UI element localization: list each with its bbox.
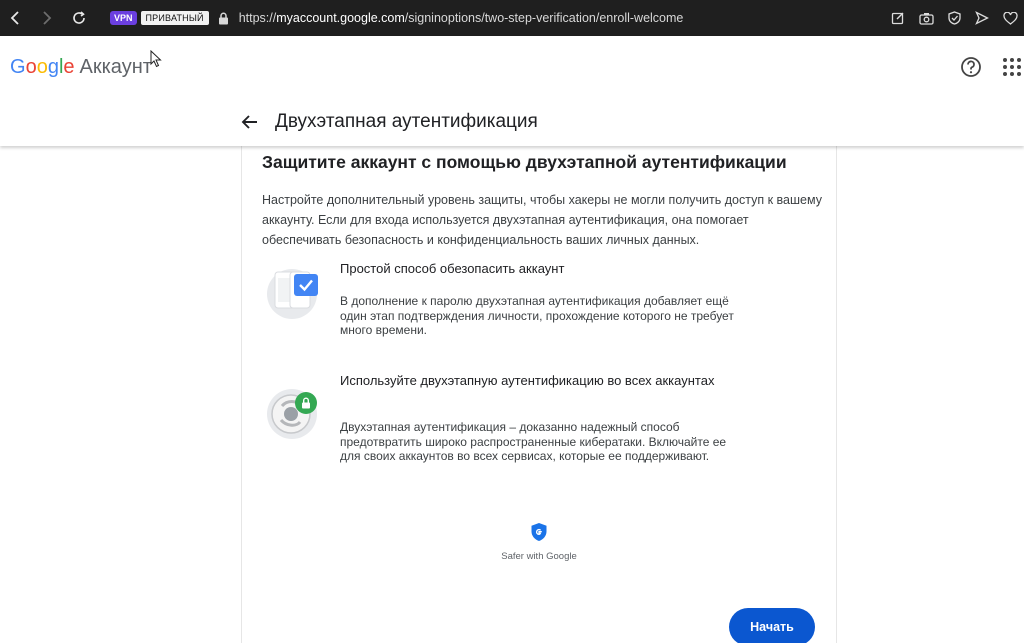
heart-icon[interactable]: [1002, 10, 1018, 26]
phone-check-illustration: [266, 264, 322, 324]
lock-icon[interactable]: [217, 11, 231, 25]
logo-letter: o: [25, 56, 37, 78]
browser-reload-icon[interactable]: [68, 7, 90, 29]
page-title: Двухэтапная аутентификация: [275, 111, 538, 132]
browser-tools: [890, 0, 1018, 36]
browser-back-icon[interactable]: [4, 7, 26, 29]
google-apps-icon[interactable]: [1002, 57, 1022, 77]
camera-icon[interactable]: [918, 10, 934, 26]
main-heading: Защитите аккаунт с помощью двухэтапной а…: [262, 152, 787, 172]
shield-lock-illustration: [266, 386, 322, 446]
start-button[interactable]: Начать: [729, 608, 815, 643]
feature-description: В дополнение к паролю двухэтапная аутент…: [340, 294, 734, 337]
back-arrow-icon[interactable]: [240, 112, 260, 132]
help-icon[interactable]: [960, 56, 982, 78]
google-account-logo[interactable]: Google Аккаунт: [10, 56, 152, 79]
feature-title: Простой способ обезопасить аккаунт: [340, 261, 565, 276]
shield-icon[interactable]: [946, 10, 962, 26]
browser-toolbar: VPN ПРИВАТНЫЙ https://myaccount.google.c…: [0, 0, 1024, 36]
vpn-badge[interactable]: VPN: [110, 11, 137, 25]
google-shield-icon: [530, 523, 548, 546]
intro-text: Настройте дополнительный уровень защиты,…: [262, 193, 822, 247]
logo-letter: G: [10, 56, 26, 78]
safer-with-google-text: Safer with Google: [501, 551, 577, 562]
mouse-cursor-icon: [150, 49, 162, 73]
browser-forward-icon[interactable]: [36, 7, 58, 29]
logo-letter: e: [63, 56, 75, 78]
product-name: Аккаунт: [79, 56, 152, 78]
url-path: /signinoptions/two-step-verification/enr…: [404, 11, 684, 25]
feature-title: Используйте двухэтапную аутентификацию в…: [340, 373, 715, 388]
send-icon[interactable]: [974, 10, 990, 26]
feature-description: Двухэтапная аутентификация – доказанно н…: [340, 420, 727, 463]
private-mode-badge: ПРИВАТНЫЙ: [140, 11, 209, 25]
url-prefix: https://: [238, 11, 277, 25]
logo-letter: g: [47, 56, 59, 78]
logo-letter: o: [36, 56, 48, 78]
safer-with-google-badge: Safer with Google: [496, 522, 582, 562]
edit-icon[interactable]: [890, 10, 906, 26]
url-host: myaccount.google.com: [276, 11, 405, 25]
address-bar[interactable]: https://myaccount.google.com/signinoptio…: [239, 11, 684, 25]
